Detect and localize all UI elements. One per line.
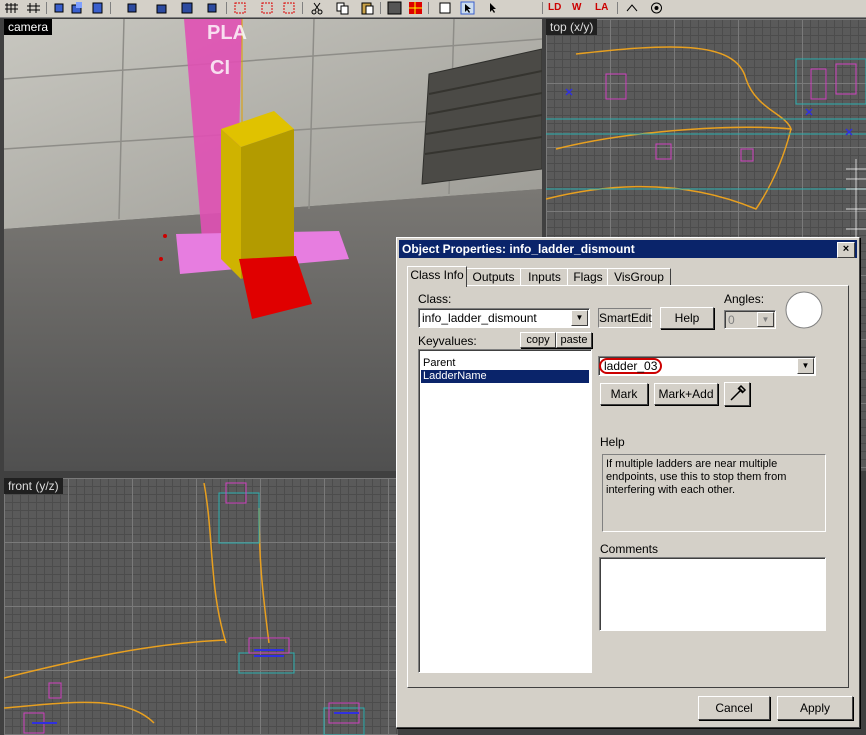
top-viewport-label: top (x/y) bbox=[546, 19, 598, 35]
keyvalues-list[interactable]: Parent LadderName bbox=[418, 349, 592, 673]
list-item[interactable]: LadderName bbox=[421, 370, 589, 383]
toolbar-separator bbox=[428, 2, 429, 14]
class-select-value: info_ladder_dismount bbox=[422, 311, 537, 325]
paste-button[interactable]: paste bbox=[556, 332, 592, 348]
front-viewport-label: front (y/z) bbox=[4, 478, 63, 494]
sign-text: CI bbox=[210, 57, 230, 79]
eyedropper-icon[interactable] bbox=[724, 382, 750, 406]
keyvalue-value-text: ladder_03 bbox=[599, 358, 663, 374]
grid-icon[interactable] bbox=[26, 1, 41, 15]
toolbar-separator bbox=[542, 2, 543, 14]
cube-icon[interactable] bbox=[125, 1, 140, 15]
angles-select[interactable]: 0 ▼ bbox=[724, 310, 776, 329]
cube-icon[interactable] bbox=[90, 1, 105, 15]
front-viewport[interactable]: front (y/z) bbox=[4, 478, 398, 735]
mark-add-button[interactable]: Mark+Add bbox=[654, 383, 718, 405]
help-section-label: Help bbox=[600, 435, 625, 449]
class-label: Class: bbox=[418, 292, 452, 306]
toolbar-separator bbox=[226, 2, 227, 14]
toolbar-separator bbox=[46, 2, 47, 14]
camera-viewport-label: camera bbox=[4, 19, 53, 35]
smartedit-button[interactable]: SmartEdit bbox=[598, 308, 652, 328]
toolbar-separator bbox=[302, 2, 303, 14]
cube-icon[interactable] bbox=[205, 1, 220, 15]
class-select[interactable]: info_ladder_dismount ▼ bbox=[418, 308, 590, 328]
angles-label: Angles: bbox=[724, 292, 765, 306]
object-properties-dialog: Object Properties: info_ladder_dismount … bbox=[396, 237, 860, 728]
la-icon[interactable]: LA bbox=[595, 1, 610, 15]
keyvalue-value-select[interactable]: ladder_03 ▼ bbox=[598, 356, 816, 376]
selection-icon[interactable] bbox=[282, 1, 297, 15]
gear-icon[interactable] bbox=[649, 1, 664, 15]
sign-text: PLA bbox=[207, 22, 247, 44]
cursor-icon[interactable] bbox=[460, 1, 475, 15]
close-icon[interactable]: × bbox=[837, 242, 855, 258]
chevron-down-icon[interactable]: ▼ bbox=[571, 310, 588, 326]
tab-outputs[interactable]: Outputs bbox=[465, 268, 522, 286]
gear-icon[interactable] bbox=[625, 1, 640, 15]
cube-icon[interactable] bbox=[70, 1, 85, 15]
chevron-down-icon[interactable]: ▼ bbox=[757, 312, 774, 327]
angles-dial-icon[interactable] bbox=[784, 290, 824, 330]
toolbar-separator bbox=[380, 2, 381, 14]
selection-icon[interactable] bbox=[233, 1, 248, 15]
comments-label: Comments bbox=[600, 542, 659, 556]
mark-button[interactable]: Mark bbox=[600, 383, 648, 405]
texture-icon[interactable] bbox=[408, 1, 423, 15]
dialog-titlebar[interactable]: Object Properties: info_ladder_dismount … bbox=[399, 240, 857, 258]
texture-icon[interactable] bbox=[438, 1, 453, 15]
cut-icon[interactable] bbox=[310, 1, 325, 15]
class-info-panel: Class: info_ladder_dismount ▼ SmartEdit … bbox=[407, 285, 849, 688]
list-item[interactable]: Parent bbox=[421, 357, 589, 370]
tab-visgroup[interactable]: VisGroup bbox=[607, 268, 671, 286]
texture-icon[interactable] bbox=[387, 1, 402, 15]
ld-icon[interactable]: LD bbox=[548, 1, 563, 15]
chevron-down-icon[interactable]: ▼ bbox=[797, 358, 814, 374]
keyvalues-label: Keyvalues: bbox=[418, 334, 477, 348]
cube-icon[interactable] bbox=[52, 1, 67, 15]
copy-button[interactable]: copy bbox=[520, 332, 556, 348]
tab-flags[interactable]: Flags bbox=[567, 268, 609, 286]
comments-textarea[interactable] bbox=[599, 557, 826, 631]
cube-icon[interactable] bbox=[155, 1, 170, 15]
cursor-icon[interactable] bbox=[485, 1, 500, 15]
tab-inputs[interactable]: Inputs bbox=[520, 268, 569, 286]
copy-icon[interactable] bbox=[335, 1, 350, 15]
toolbar-separator bbox=[617, 2, 618, 14]
paste-icon[interactable] bbox=[360, 1, 375, 15]
selection-icon[interactable] bbox=[260, 1, 275, 15]
angles-select-value: 0 bbox=[728, 313, 735, 327]
toolbar-separator bbox=[110, 2, 111, 14]
grid-icon[interactable] bbox=[4, 1, 19, 15]
help-button[interactable]: Help bbox=[660, 307, 714, 329]
front-viewport-geometry bbox=[4, 482, 365, 735]
w-icon[interactable]: W bbox=[572, 1, 587, 15]
cancel-button[interactable]: Cancel bbox=[698, 696, 770, 720]
help-text: If multiple ladders are near multiple en… bbox=[602, 454, 826, 532]
tab-class-info[interactable]: Class Info bbox=[407, 266, 467, 287]
dialog-title: Object Properties: info_ladder_dismount bbox=[402, 242, 635, 256]
apply-button[interactable]: Apply bbox=[777, 696, 853, 720]
main-toolbar: LD W LA bbox=[0, 0, 866, 18]
cube-icon[interactable] bbox=[180, 1, 195, 15]
